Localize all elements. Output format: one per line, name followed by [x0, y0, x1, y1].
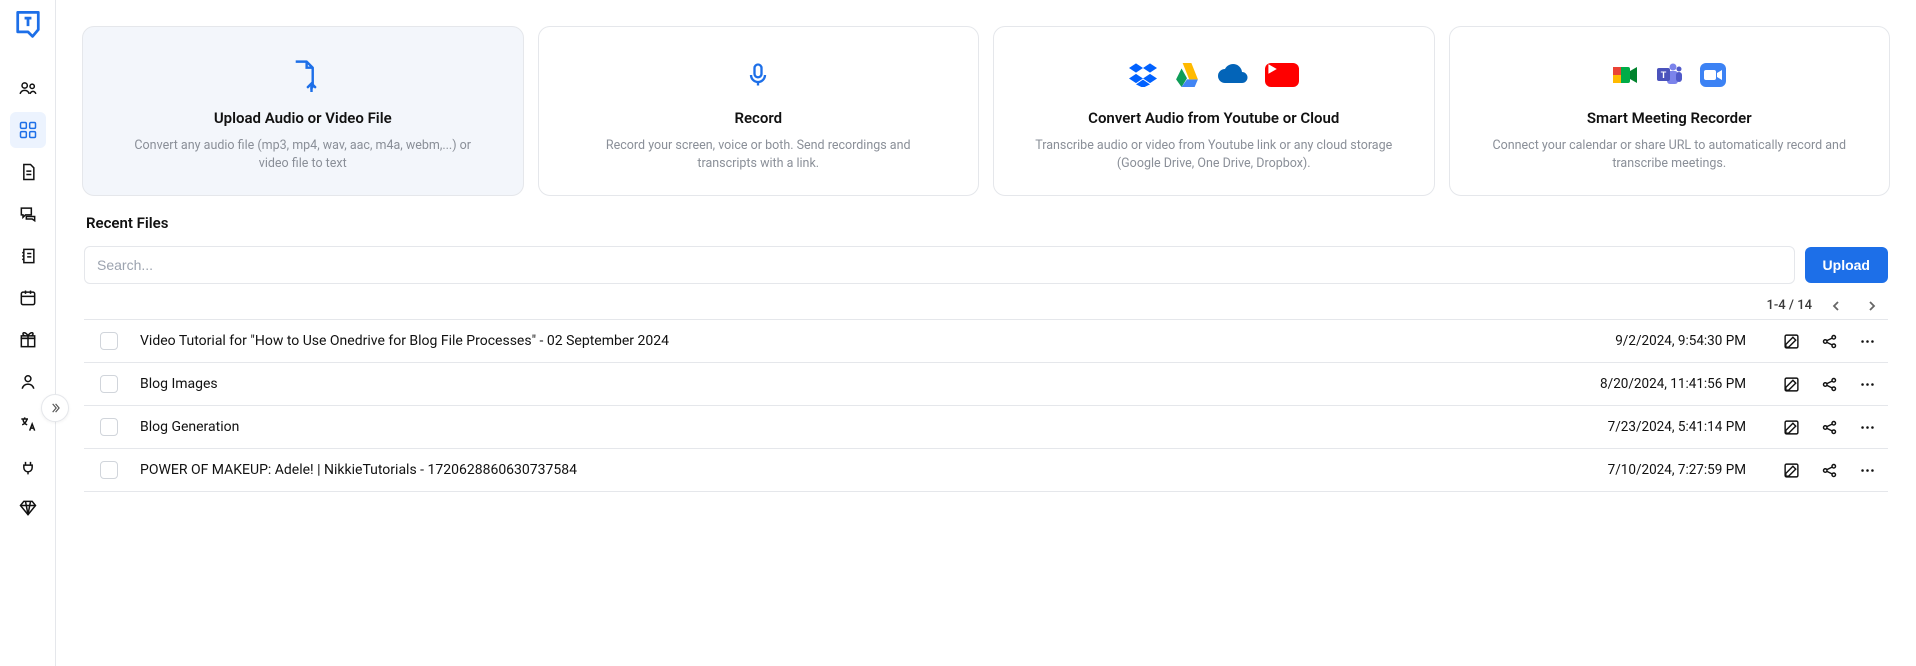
file-date: 7/23/2024, 5:41:14 PM [1546, 419, 1746, 435]
row-checkbox[interactable] [100, 461, 118, 479]
sidebar-dashboard[interactable] [10, 112, 46, 148]
dropbox-icon [1129, 63, 1157, 87]
card-title: Upload Audio or Video File [214, 109, 392, 127]
meeting-services-icons: T [1611, 55, 1727, 95]
file-date: 8/20/2024, 11:41:56 PM [1546, 376, 1746, 392]
file-name: Video Tutorial for "How to Use Onedrive … [132, 333, 1532, 349]
card-meeting[interactable]: T Smart Meeting Recorder Connect your ca… [1449, 26, 1891, 196]
page-range: 1-4 / 14 [1766, 298, 1812, 313]
file-date: 9/2/2024, 9:54:30 PM [1546, 333, 1746, 349]
recent-files-title: Recent Files [86, 214, 1888, 232]
card-desc: Connect your calendar or share URL to au… [1489, 137, 1849, 173]
more-icon[interactable] [1858, 332, 1876, 350]
youtube-icon [1265, 63, 1299, 87]
file-name: Blog Generation [132, 419, 1532, 435]
card-title: Record [734, 109, 782, 127]
share-icon[interactable] [1820, 461, 1838, 479]
row-checkbox[interactable] [100, 375, 118, 393]
share-icon[interactable] [1820, 418, 1838, 436]
files-table: Video Tutorial for "How to Use Onedrive … [84, 319, 1888, 492]
sidebar-integrations[interactable] [10, 448, 46, 484]
onedrive-icon [1217, 64, 1249, 86]
sidebar-calendar[interactable] [10, 280, 46, 316]
sidebar-translate[interactable] [10, 406, 46, 442]
edit-icon[interactable] [1782, 332, 1800, 350]
cloud-services-icons [1129, 55, 1299, 95]
sidebar [0, 0, 56, 666]
pagination: 1-4 / 14 [88, 298, 1884, 313]
row-checkbox[interactable] [100, 418, 118, 436]
share-icon[interactable] [1820, 375, 1838, 393]
search-input[interactable] [84, 246, 1795, 284]
ms-teams-icon: T [1655, 62, 1683, 88]
card-cloud[interactable]: Convert Audio from Youtube or Cloud Tran… [993, 26, 1435, 196]
table-row[interactable]: Blog Images 8/20/2024, 11:41:56 PM [84, 363, 1888, 406]
card-title: Smart Meeting Recorder [1587, 109, 1752, 127]
svg-text:T: T [1661, 70, 1667, 80]
edit-icon[interactable] [1782, 461, 1800, 479]
table-row[interactable]: POWER OF MAKEUP: Adele! | NikkieTutorial… [84, 449, 1888, 492]
main-content: Upload Audio or Video File Convert any a… [56, 0, 1916, 666]
more-icon[interactable] [1858, 461, 1876, 479]
share-icon[interactable] [1820, 332, 1838, 350]
more-icon[interactable] [1858, 418, 1876, 436]
table-row[interactable]: Video Tutorial for "How to Use Onedrive … [84, 320, 1888, 363]
sidebar-notes[interactable] [10, 238, 46, 274]
upload-file-icon [288, 55, 318, 95]
edit-icon[interactable] [1782, 418, 1800, 436]
sidebar-document[interactable] [10, 154, 46, 190]
file-name: Blog Images [132, 376, 1532, 392]
sidebar-gift[interactable] [10, 322, 46, 358]
sidebar-team[interactable] [10, 70, 46, 106]
edit-icon[interactable] [1782, 375, 1800, 393]
card-desc: Record your screen, voice or both. Send … [578, 137, 938, 173]
google-drive-icon [1173, 63, 1201, 87]
card-desc: Transcribe audio or video from Youtube l… [1034, 137, 1394, 173]
upload-button[interactable]: Upload [1805, 247, 1888, 283]
card-record[interactable]: Record Record your screen, voice or both… [538, 26, 980, 196]
sidebar-premium[interactable] [10, 490, 46, 526]
expand-sidebar-button[interactable] [41, 394, 69, 422]
card-desc: Convert any audio file (mp3, mp4, wav, a… [123, 137, 483, 173]
more-icon[interactable] [1858, 375, 1876, 393]
google-meet-icon [1611, 63, 1639, 87]
zoom-icon [1699, 62, 1727, 88]
recent-files-section: Recent Files Upload 1-4 / 14 Video Tutor… [82, 214, 1890, 492]
app-logo[interactable] [13, 8, 43, 42]
sidebar-chat[interactable] [10, 196, 46, 232]
sidebar-profile[interactable] [10, 364, 46, 400]
card-title: Convert Audio from Youtube or Cloud [1088, 109, 1339, 127]
row-checkbox[interactable] [100, 332, 118, 350]
prev-page-button[interactable] [1830, 300, 1848, 312]
next-page-button[interactable] [1866, 300, 1884, 312]
file-date: 7/10/2024, 7:27:59 PM [1546, 462, 1746, 478]
file-name: POWER OF MAKEUP: Adele! | NikkieTutorial… [132, 462, 1532, 478]
table-row[interactable]: Blog Generation 7/23/2024, 5:41:14 PM [84, 406, 1888, 449]
card-upload[interactable]: Upload Audio or Video File Convert any a… [82, 26, 524, 196]
microphone-icon [744, 55, 772, 95]
